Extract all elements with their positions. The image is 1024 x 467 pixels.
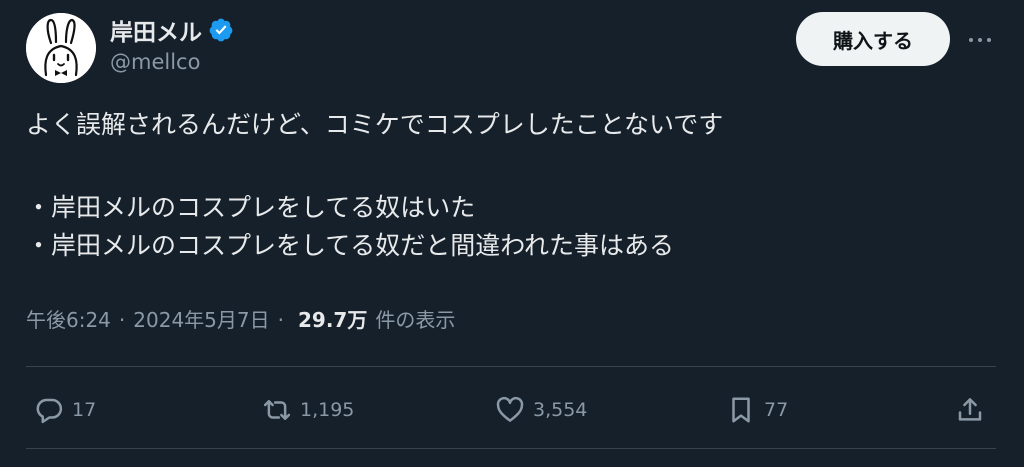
retweet-icon xyxy=(263,400,291,420)
like-button[interactable]: 3,554 xyxy=(495,386,587,434)
meta-separator: · xyxy=(277,308,284,332)
bookmark-button[interactable]: 77 xyxy=(726,386,788,434)
rabbit-avatar-icon xyxy=(26,13,96,83)
tweet-time[interactable]: 午後6:24 xyxy=(26,304,111,333)
tweet-meta: 午後6:24 · 2024年5月7日 · 29.7万 件の表示 xyxy=(26,304,455,333)
like-count: 3,554 xyxy=(533,399,588,421)
subscribe-button[interactable]: 購入する xyxy=(796,12,950,66)
tweet-text-line: よく誤解されるんだけど、コミケでコスプレしたことないです xyxy=(26,110,724,139)
meta-separator: · xyxy=(118,308,126,332)
views-count: 29.7万 xyxy=(298,308,368,332)
action-bar: 17 1,195 3,554 77 xyxy=(0,386,1024,434)
share-icon xyxy=(958,398,982,421)
divider xyxy=(26,448,996,449)
reply-count: 17 xyxy=(72,399,97,421)
tweet-body: よく誤解されるんだけど、コミケでコスプレしたことないです ・岸田メルのコスプレを… xyxy=(26,106,996,265)
verified-badge-icon[interactable] xyxy=(208,17,234,43)
retweet-count: 1,195 xyxy=(300,399,355,421)
reply-icon xyxy=(36,398,63,424)
bookmark-icon xyxy=(732,397,750,423)
divider xyxy=(26,366,996,367)
tweet-date[interactable]: 2024年5月7日 xyxy=(133,304,269,333)
tweet-text-line: ・岸田メルのコスプレをしてる奴だと間違われた事はある xyxy=(26,231,675,260)
retweet-button[interactable]: 1,195 xyxy=(262,386,354,434)
tweet-card: 岸田メル @mellco 購入する よく誤解されるんだけど、コミケでコスプレした… xyxy=(0,0,1024,467)
heart-icon xyxy=(496,396,524,422)
share-button[interactable] xyxy=(955,386,985,434)
reply-button[interactable]: 17 xyxy=(34,386,96,434)
author-display-name[interactable]: 岸田メル xyxy=(110,13,202,47)
more-options-icon[interactable] xyxy=(960,22,1000,58)
author-name-row: 岸田メル xyxy=(110,14,234,46)
tweet-text-line: ・岸田メルのコスプレをしてる奴はいた xyxy=(26,193,476,222)
author-avatar[interactable] xyxy=(26,13,96,83)
views-label: 件の表示 xyxy=(375,308,456,332)
author-handle[interactable]: @mellco xyxy=(110,50,200,74)
bookmark-count: 77 xyxy=(764,399,789,421)
